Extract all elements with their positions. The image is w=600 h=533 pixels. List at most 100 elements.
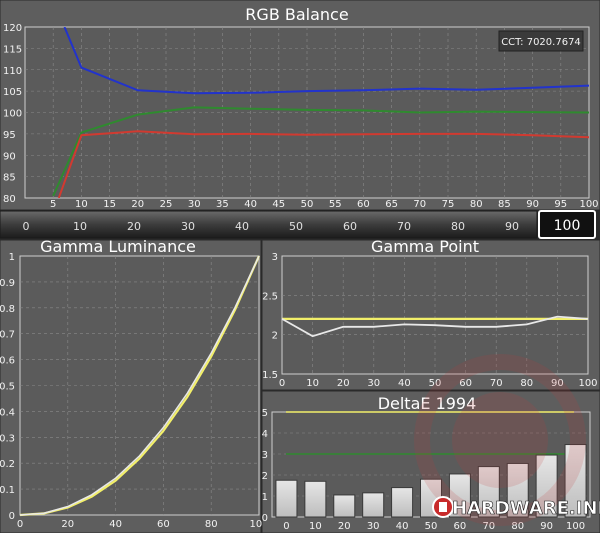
slider-tick-label: 10	[73, 220, 87, 233]
slider-tick-label: 40	[235, 220, 249, 233]
rgb-x-tick-label: 100	[579, 199, 598, 210]
gamma-point-x-tick-label: 70	[490, 378, 503, 389]
gamma-luminance-title: Gamma Luminance	[40, 237, 196, 256]
deltae-x-tick-label: 100	[566, 521, 585, 532]
slider-tick-label: 30	[181, 220, 195, 233]
deltae-y-tick-label: 0	[262, 513, 268, 524]
gamma-point-x-tick-label: 0	[279, 378, 285, 389]
deltae-y-tick-label: 5	[262, 408, 268, 419]
rgb-x-tick-label: 70	[413, 199, 426, 210]
gamma-luminance-plot-area	[19, 255, 260, 516]
logo-badge-glyph	[439, 502, 447, 512]
deltae-x-tick-label: 40	[396, 521, 409, 532]
rgb-x-tick-label: 30	[188, 199, 201, 210]
deltae-bar	[362, 492, 385, 518]
slider-tick-label: 70	[397, 220, 411, 233]
rgb-y-tick-label: 90	[3, 151, 16, 162]
rgb-x-tick-label: 65	[385, 199, 398, 210]
gamma-luminance-y-tick-label: 1	[9, 252, 15, 263]
calibration-charts: RGB Balance808590951001051101151205 10 15 2…	[0, 0, 600, 533]
gamma-luminance-y-tick-label: 0.4	[0, 407, 15, 418]
gamma-point-x-tick-label: 30	[367, 378, 380, 389]
rgb-x-tick-label: 10	[75, 199, 88, 210]
deltae-y-tick-label: 3	[262, 450, 268, 461]
rgb-y-tick-label: 80	[3, 194, 16, 205]
rgb-y-tick-label: 100	[3, 109, 22, 120]
rgb-x-tick-label: 75	[442, 199, 455, 210]
rgb-y-tick-label: 115	[3, 44, 22, 55]
slider-tick-label: 90	[505, 220, 519, 233]
gamma-point-x-tick-label: 100	[578, 378, 597, 389]
rgb-x-tick-label: 60	[357, 199, 370, 210]
gamma-luminance-y-tick-label: 0	[9, 511, 15, 522]
rgb-x-tick-label: 5	[50, 199, 56, 210]
watermark-disc	[452, 392, 548, 488]
cct-annotation: CCT: 7020.7674	[501, 37, 581, 48]
deltae-x-tick-label: 60	[454, 521, 467, 532]
rgb-y-tick-label: 110	[3, 66, 22, 77]
gamma-luminance-x-tick-label: 20	[61, 519, 74, 530]
deltae-bar	[391, 487, 414, 518]
gamma-luminance-y-tick-label: 0.5	[0, 382, 15, 393]
gamma-luminance-y-tick-label: 0.8	[0, 304, 15, 315]
rgb-x-tick-label: 45	[272, 199, 285, 210]
deltae-bar	[333, 494, 356, 518]
deltae-y-tick-label: 2	[262, 471, 268, 482]
rgb-y-tick-label: 95	[3, 130, 16, 141]
gamma-luminance-x-tick-label: 40	[109, 519, 122, 530]
rgb-x-tick-label: 40	[244, 199, 257, 210]
rgb-x-tick-label: 35	[216, 199, 229, 210]
gamma-luminance-y-tick-label: 0.7	[0, 330, 15, 341]
deltae-bar	[304, 480, 327, 518]
gamma-luminance-x-tick-label: 60	[157, 519, 170, 530]
deltae-x-tick-label: 90	[540, 521, 553, 532]
gamma-luminance-y-tick-label: 0.3	[0, 433, 15, 444]
deltae-x-tick-label: 50	[425, 521, 438, 532]
slider-tick-label: 60	[343, 220, 357, 233]
slider-value-label: 100	[554, 218, 581, 234]
rgb-x-tick-label: 20	[131, 199, 144, 210]
gamma-luminance-y-tick-label: 0.1	[0, 485, 15, 496]
deltae-y-tick-label: 1	[262, 492, 268, 503]
gamma-point-x-tick-label: 10	[306, 378, 319, 389]
deltae-y-tick-label: 4	[262, 429, 268, 440]
deltae-x-tick-label: 10	[309, 521, 322, 532]
gamma-point-y-tick-label: 1.5	[262, 370, 278, 381]
gamma-luminance-y-tick-label: 0.2	[0, 459, 15, 470]
gamma-point-plot-area	[281, 255, 589, 375]
rgb-x-tick-label: 55	[329, 199, 342, 210]
rgb-y-tick-label: 85	[3, 173, 16, 184]
rgb-x-tick-label: 15	[103, 199, 116, 210]
rgb-x-tick-label: 90	[526, 199, 539, 210]
brand-logo: HARDWARE.INFO	[432, 496, 600, 519]
rgb-title: RGB Balance	[245, 5, 348, 24]
deltae-x-tick-label: 20	[338, 521, 351, 532]
calibration-report: RGB Balance 80 85 90 95 100 105 110 115 120 5 10 15 2…	[0, 0, 600, 533]
deltae-x-tick-label: 0	[283, 521, 289, 532]
gamma-luminance-x-tick-label: 0	[17, 519, 23, 530]
rgb-x-tick-label: 25	[160, 199, 173, 210]
gamma-luminance-y-tick-label: 0.9	[0, 278, 15, 289]
deltae-x-tick-label: 30	[367, 521, 380, 532]
rgb-x-tick-label: 80	[470, 199, 483, 210]
gamma-point-x-tick-label: 80	[520, 378, 533, 389]
rgb-x-tick-label: 85	[498, 199, 511, 210]
gamma-point-x-tick-label: 40	[398, 378, 411, 389]
gamma-point-y-tick-label: 3	[272, 252, 278, 263]
slider-tick-label: 20	[127, 220, 141, 233]
slider-tick-label: 80	[451, 220, 465, 233]
rgb-x-tick-label: 50	[301, 199, 314, 210]
rgb-y-tick-label: 105	[3, 87, 22, 98]
deltae-bar	[275, 479, 298, 518]
slider-tick-label: 0	[23, 220, 30, 233]
rgb-x-tick-label: 95	[554, 199, 567, 210]
gamma-point-y-tick-label: 2	[272, 331, 278, 342]
logo-wordmark: HARDWARE.INFO	[452, 498, 600, 519]
slider-tick-label: 50	[289, 220, 303, 233]
rgb-y-tick-label: 120	[3, 23, 22, 34]
gamma-point-y-tick-label: 2.5	[262, 291, 278, 302]
gamma-luminance-y-tick-label: 0.6	[0, 356, 15, 367]
gamma-point-title: Gamma Point	[371, 237, 479, 256]
gamma-point-x-tick-label: 20	[337, 378, 350, 389]
gamma-luminance-x-tick-label: 80	[205, 519, 218, 530]
